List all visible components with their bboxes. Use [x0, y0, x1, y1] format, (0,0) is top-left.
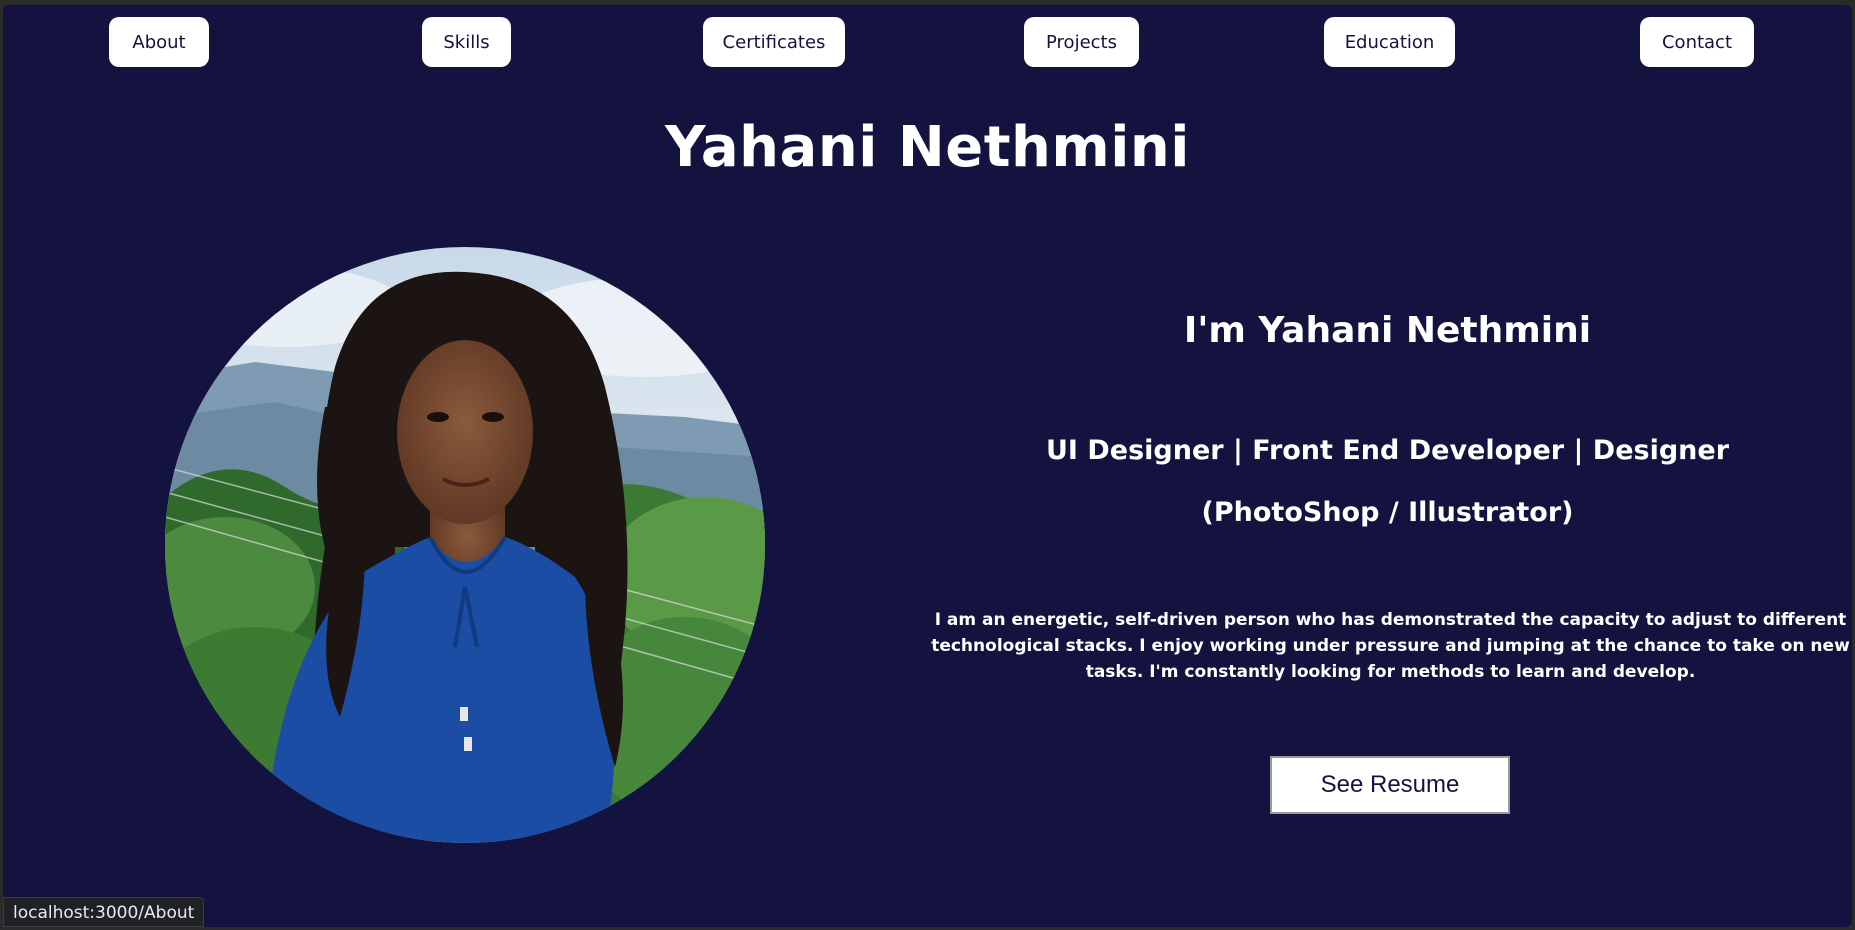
page-title: Yahani Nethmini	[664, 115, 1190, 180]
bio-paragraph: I am an energetic, self-driven person wh…	[931, 610, 1850, 682]
status-bar-url: localhost:3000/About	[3, 897, 205, 927]
profile-photo	[165, 247, 765, 843]
nav-projects-button[interactable]: Projects	[1024, 17, 1139, 67]
greeting-heading: I'm Yahani Nethmini	[1183, 310, 1592, 351]
nav-skills-button[interactable]: Skills	[422, 17, 511, 67]
nav-certificates-button[interactable]: Certificates	[703, 17, 845, 67]
nav-contact-button[interactable]: Contact	[1640, 17, 1754, 67]
nav-about-button[interactable]: About	[109, 17, 209, 67]
role-tools: (PhotoShop / Illustrator)	[1201, 497, 1574, 528]
role-title: UI Designer | Front End Developer | Desi…	[1045, 435, 1730, 466]
see-resume-button[interactable]: See Resume	[1270, 756, 1510, 814]
nav-education-button[interactable]: Education	[1324, 17, 1455, 67]
